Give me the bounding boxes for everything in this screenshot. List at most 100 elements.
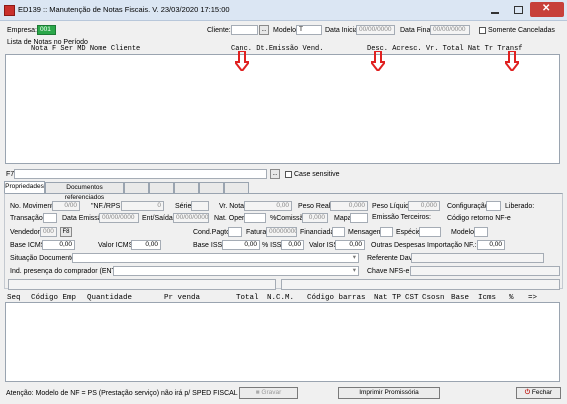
chave-nfse-input[interactable] — [410, 266, 560, 276]
cliente-lookup-button[interactable]: ... — [259, 25, 269, 35]
col-nome-cliente: Nome Cliente — [89, 45, 141, 53]
mensagem-input[interactable] — [380, 227, 393, 237]
case-sensitive-label: Case sensitive — [294, 171, 340, 178]
case-sensitive-checkbox[interactable] — [285, 171, 292, 178]
modelo-input[interactable]: T — [296, 25, 322, 35]
nat-oper-label: Nat. Oper. — [214, 215, 246, 222]
nf-rps-input[interactable]: 0 — [121, 201, 164, 211]
configuracao-input[interactable] — [486, 201, 501, 211]
notes-list-grid[interactable] — [5, 54, 560, 164]
cond-pagto-input[interactable] — [228, 227, 242, 237]
close-icon: ✕ — [542, 3, 551, 14]
power-icon: ⏻ — [524, 389, 532, 396]
maximize-button[interactable] — [507, 2, 529, 17]
ent-saida-label: Ent/Saída: — [142, 215, 175, 222]
valor-iss-input[interactable]: 0,00 — [335, 240, 365, 250]
peso-real-label: Peso Real: — [298, 203, 333, 210]
financiada-input[interactable] — [332, 227, 345, 237]
search-label: F7 — [6, 171, 15, 178]
ent-saida-input[interactable]: 00/00/0000 — [173, 213, 209, 223]
nat-oper-input[interactable] — [244, 213, 266, 223]
app-icon — [4, 5, 15, 16]
referente-dav-label: Referente Dav.: — [367, 255, 416, 262]
items-list-header: Seq — [7, 294, 21, 302]
codigo-retorno-label: Código retorno NF-e — [447, 215, 511, 222]
footer-note: Atenção: Modelo de NF = PS (Prestação se… — [6, 390, 238, 397]
fatura-input[interactable]: 00000000 — [266, 227, 297, 237]
tab-propriedades[interactable]: Propriedades — [4, 181, 45, 193]
col-codigo-barras: Código barras — [307, 294, 366, 302]
especie-input[interactable] — [419, 227, 441, 237]
comissao-input[interactable]: 0,000 — [302, 213, 328, 223]
col-cst: CST — [405, 294, 419, 302]
nf-rps-label: "NF./RPS: — [91, 203, 123, 210]
serie-input[interactable] — [191, 201, 209, 211]
mapa-input[interactable] — [350, 213, 368, 223]
tab-5[interactable] — [174, 182, 199, 193]
peso-liquido-input[interactable]: 0,000 — [408, 201, 440, 211]
tab-7[interactable] — [224, 182, 249, 193]
f8-button[interactable]: F8 — [60, 227, 72, 237]
fatura-label: Fatura: — [246, 229, 269, 236]
base-iss-label: Base ISS: — [193, 242, 225, 249]
chave-nfse-label: Chave NFS-e : — [367, 268, 414, 275]
tab-6[interactable] — [199, 182, 224, 193]
col-pr-venda: Pr venda — [164, 294, 201, 302]
no-movimento-input[interactable]: 0/00 — [52, 201, 80, 211]
col-tp: TP — [392, 294, 402, 302]
col-tr: Tr — [484, 45, 494, 53]
transacao-input[interactable] — [43, 213, 57, 223]
valor-icms-label: Valor ICMS: — [98, 242, 136, 249]
items-list-grid[interactable] — [5, 302, 560, 382]
notes-list-header-values: Desc. Acresc. Vr. Total Nat Tr Transf — [367, 45, 522, 53]
vendedor-input[interactable]: 000 — [40, 227, 57, 237]
annotation-arrow-cliente — [235, 51, 249, 71]
ind-presenca-label: Ind. presença do comprador (ENTER): — [10, 268, 130, 275]
cliente-label: Cliente: — [207, 27, 231, 34]
modelo-prop-input[interactable] — [474, 227, 488, 237]
base-iss-input[interactable]: 0,00 — [222, 240, 260, 250]
col-quantidade: Quantidade — [87, 294, 133, 302]
minimize-icon — [491, 12, 499, 14]
search-input[interactable] — [14, 169, 267, 179]
tab-documentos-referenciados[interactable]: Documentos referenciados — [45, 182, 124, 201]
gravar-button[interactable]: ■ Gravar — [239, 387, 298, 399]
minimize-button[interactable] — [484, 2, 506, 17]
col-vr-total: Vr. Total — [425, 45, 464, 53]
empresa-input[interactable]: 001 — [37, 25, 56, 35]
col-acresc: Acresc. — [392, 45, 422, 53]
vr-nota-input[interactable]: 0,00 — [244, 201, 292, 211]
tab-3[interactable] — [124, 182, 149, 193]
maximize-icon — [514, 6, 523, 14]
col-ncm: N.C.M. — [267, 294, 295, 302]
col-pct: % — [509, 294, 514, 302]
title-bar: ED139 :: Manutenção de Notas Fiscais. V.… — [0, 0, 567, 21]
gravar-label: Gravar — [261, 389, 282, 396]
ind-presenca-select[interactable]: ▾ — [113, 266, 359, 276]
peso-real-input[interactable]: 0,000 — [330, 201, 368, 211]
base-icms-input[interactable]: 0,00 — [42, 240, 75, 250]
close-window-button[interactable]: ✕ — [530, 2, 564, 17]
especie-label: Espécie — [396, 229, 421, 236]
pct-iss-input[interactable]: 0,00 — [281, 240, 304, 250]
referente-dav-input[interactable] — [411, 253, 544, 263]
data-emissao-input[interactable]: 00/00/0000 — [99, 213, 139, 223]
chevron-down-icon: ▾ — [352, 267, 356, 274]
somente-canceladas-checkbox[interactable] — [479, 27, 486, 34]
search-lookup-button[interactable]: ... — [270, 169, 280, 179]
situacao-documento-select[interactable]: ▾ — [72, 253, 359, 263]
col-base: Base — [451, 294, 470, 302]
imprimir-promissoria-button[interactable]: Imprimir Promissória — [338, 387, 440, 399]
valor-icms-input[interactable]: 0,00 — [131, 240, 161, 250]
cliente-input[interactable] — [231, 25, 258, 35]
tab-4[interactable] — [149, 182, 174, 193]
annotation-arrow-data-inicial — [371, 51, 385, 71]
modelo-label: Modelo: — [273, 27, 298, 34]
fechar-button[interactable]: ⏻ Fechar — [516, 387, 561, 399]
outras-despesas-input[interactable]: 0,00 — [477, 240, 505, 250]
liberado-label: Liberado: — [505, 203, 535, 210]
data-inicial-input[interactable]: 00/00/0000 — [356, 25, 395, 35]
col-seq: Seq — [7, 294, 21, 302]
col-total: Total — [236, 294, 259, 302]
data-final-input[interactable]: 00/00/0000 — [430, 25, 470, 35]
